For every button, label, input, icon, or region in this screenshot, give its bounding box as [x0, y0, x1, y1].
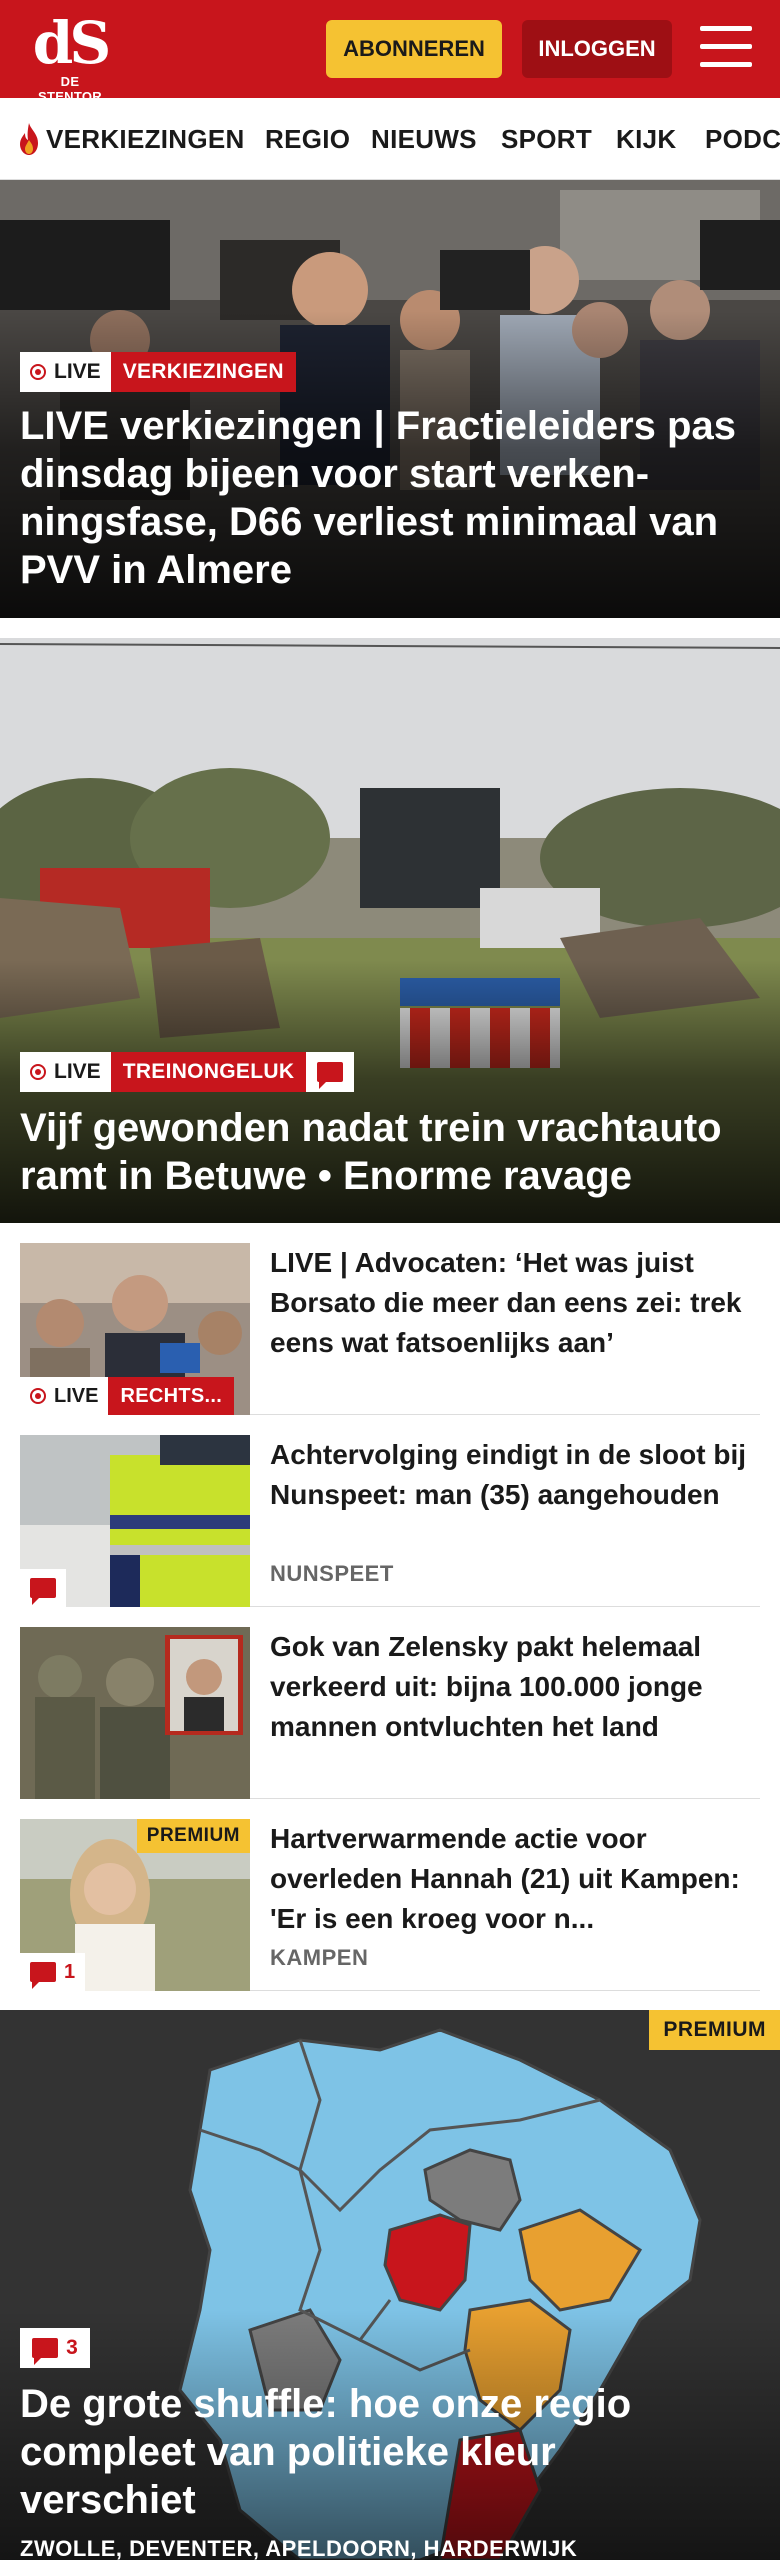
logo-mark: dS — [32, 9, 111, 77]
live-badge: LIVE — [20, 1377, 109, 1415]
map-article-card[interactable]: PREMIUM 3 De grote shuffle: hoe onze reg… — [0, 2010, 780, 2560]
article-labels: LIVE RECHTS... — [20, 1377, 235, 1415]
hero-article-train[interactable]: LIVE TREINONGELUK Vijf gewonden nadat tr… — [0, 638, 780, 1223]
site-header: dS DE STENTOR ABONNEREN INLOGGEN — [0, 0, 780, 104]
live-badge: LIVE — [20, 1052, 111, 1092]
article-headline[interactable]: Achtervolging eindigt in de sloot bij Nu… — [270, 1435, 750, 1515]
section-nav: VERKIEZINGEN REGIO NIEUWS SPORT KIJK POD… — [0, 98, 780, 180]
comment-badge: 3 — [20, 2328, 90, 2368]
live-dot-icon — [30, 1388, 46, 1404]
login-button[interactable]: INLOGGEN — [522, 20, 672, 78]
comment-icon — [30, 1578, 56, 1605]
site-logo[interactable]: dS DE STENTOR — [30, 9, 111, 104]
subscribe-button[interactable]: ABONNEREN — [326, 20, 502, 78]
comment-icon — [30, 1962, 56, 1989]
article-location: NUNSPEET — [270, 1561, 394, 1586]
article-thumbnail: PREMIUM 1 — [20, 1819, 250, 1991]
nav-item-kijk[interactable]: KIJK — [616, 98, 676, 179]
nav-item-nieuws[interactable]: NIEUWS — [371, 98, 477, 179]
map-article-locations: ZWOLLE, DEVENTER, APELDOORN, HARDERWIJK — [20, 2536, 578, 2560]
live-dot-icon — [30, 364, 46, 380]
hero-title[interactable]: LIVE verkiezingen | Fractieleiders pas d… — [20, 402, 750, 594]
list-item[interactable]: PREMIUM 1 Hartverwarmende actie voor ove… — [20, 1819, 760, 1991]
premium-badge: PREMIUM — [136, 1819, 250, 1853]
comment-icon — [32, 2338, 59, 2365]
premium-badge: PREMIUM — [649, 2010, 780, 2050]
hamburger-menu-icon[interactable] — [700, 26, 752, 72]
comment-badge: 1 — [20, 1953, 86, 1991]
hero-labels: LIVE TREINONGELUK — [20, 1052, 355, 1092]
article-location: KAMPEN — [270, 1945, 369, 1970]
nav-item-sport[interactable]: SPORT — [501, 98, 592, 179]
hero-article-elections[interactable]: LIVE VERKIEZINGEN LIVE verkiezingen | Fr… — [0, 180, 780, 618]
flame-icon — [20, 123, 38, 155]
list-item[interactable]: Gok van Zelensky pakt helemaal verkeerd … — [20, 1627, 760, 1799]
comment-badge — [306, 1052, 355, 1092]
category-badge: RECHTS... — [108, 1377, 235, 1415]
comment-icon — [317, 1062, 344, 1089]
article-thumbnail — [20, 1627, 250, 1799]
hero-title[interactable]: Vijf gewonden nadat trein vrachtauto ram… — [20, 1104, 750, 1200]
comment-badge — [20, 1569, 66, 1607]
list-item[interactable]: LIVE RECHTS... LIVE | Advocaten: ‘Het wa… — [20, 1243, 760, 1415]
nav-item-verkiezingen[interactable]: VERKIEZINGEN — [16, 98, 245, 179]
nav-label: VERKIEZINGEN — [46, 123, 245, 154]
article-thumbnail — [20, 1435, 250, 1607]
nav-item-podcast[interactable]: PODC — [705, 98, 780, 179]
category-badge: VERKIEZINGEN — [110, 352, 296, 392]
map-article-title[interactable]: De grote shuffle: hoe onze regio complee… — [20, 2380, 740, 2524]
live-badge: LIVE — [20, 352, 111, 392]
article-headline[interactable]: LIVE | Advocaten: ‘Het was juist Borsato… — [270, 1243, 750, 1363]
article-thumbnail: LIVE RECHTS... — [20, 1243, 250, 1415]
nav-item-regio[interactable]: REGIO — [265, 98, 350, 179]
hero-labels: LIVE VERKIEZINGEN — [20, 352, 296, 392]
live-dot-icon — [30, 1064, 46, 1080]
list-item[interactable]: Achtervolging eindigt in de sloot bij Nu… — [20, 1435, 760, 1607]
category-badge: TREINONGELUK — [110, 1052, 307, 1092]
article-headline[interactable]: Hartverwarmende actie voor overleden Han… — [270, 1819, 750, 1939]
article-headline[interactable]: Gok van Zelensky pakt helemaal verkeerd … — [270, 1627, 750, 1747]
